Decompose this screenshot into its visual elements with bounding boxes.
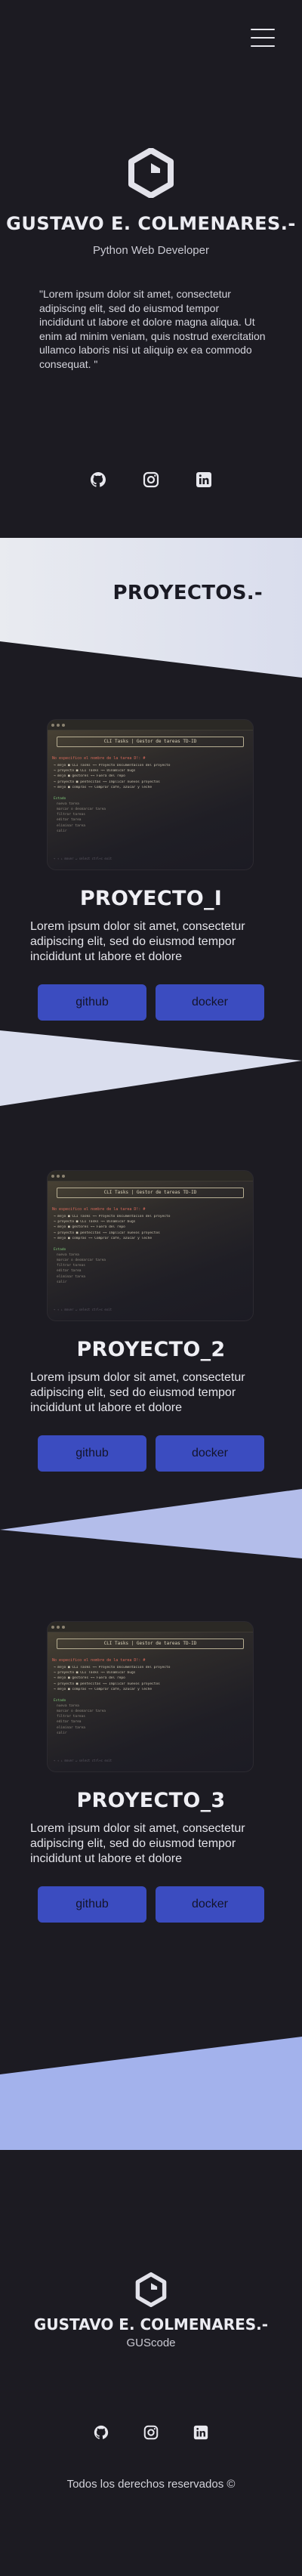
linkedin-icon[interactable]: [192, 2423, 210, 2442]
screenshot-task-row: → mejo ■ gestores →→ Fuera del repo: [54, 1225, 125, 1230]
screenshot-task-row: → proyecto ■ pentecitas →→ Implicar nuev…: [54, 1682, 160, 1686]
decorative-wedge-shape: [0, 1030, 302, 1106]
screenshot-menu-item: salir: [57, 829, 67, 833]
footer-social-links: [0, 2423, 302, 2442]
project-title: PROYECTO_I: [79, 887, 223, 910]
screenshot-menu-item: filtrar tareas: [57, 1715, 85, 1719]
hero-section: GUSTAVO E. COLMENARES.- Python Web Devel…: [0, 0, 302, 538]
decorative-wedge-shape: [0, 2037, 302, 2150]
screenshot-menu-item: nueva tarea: [57, 1703, 79, 1708]
project-title: PROYECTO_2: [76, 1338, 226, 1361]
screenshot-prompt: No especifico el nombre de la tarea D!: …: [52, 1658, 146, 1663]
hero-role: Python Web Developer: [93, 244, 209, 257]
window-titlebar: [48, 1171, 253, 1181]
portfolio-page: GUSTAVO E. COLMENARES.- Python Web Devel…: [0, 0, 302, 2576]
screenshot-status: Estado: [54, 1247, 66, 1252]
screenshot-task-row: → mejo ■ CLI Tasks →→ Proyecto Documenta…: [54, 764, 171, 768]
hero-social-links: [0, 470, 302, 490]
instagram-icon[interactable]: [142, 2423, 160, 2442]
hexagon-logo-icon: [0, 147, 302, 202]
screenshot-footer: → ↑ ↓ mover ↵ select ctrl+c exit: [54, 857, 112, 860]
screenshot-menu-item: filtrar tareas: [57, 813, 85, 817]
screenshot-menu-item: eliminar tarea: [57, 1274, 85, 1279]
window-titlebar: [48, 720, 253, 730]
window-titlebar: [48, 1622, 253, 1632]
screenshot-task-row: → proyecto ■ CLI Tasks →→ Dinamicar bugs: [54, 1220, 136, 1225]
screenshot-menu-item: editar tarea: [57, 1720, 82, 1725]
project-screenshot: CLI Tasks | Gestor de tareas TD-ID No es…: [47, 1170, 254, 1321]
project-description: Lorem ipsum dolor sit amet, consectetur …: [30, 920, 245, 963]
github-button[interactable]: github: [38, 1886, 146, 1923]
screenshot-task-row: → proyecto ■ pentecitas →→ Implicar nuev…: [54, 780, 160, 784]
instagram-icon[interactable]: [141, 470, 161, 490]
docker-button[interactable]: docker: [156, 1886, 264, 1923]
screenshot-prompt: No especifico el nombre de la tarea D!: …: [52, 1207, 146, 1212]
project-card: CLI Tasks | Gestor de tareas TD-ID No es…: [0, 710, 302, 1161]
screenshot-task-row: → mejo ■ CLI Tasks →→ Proyecto Documenta…: [54, 1666, 171, 1669]
screenshot-menu-item: marcar o desmarcar tarea: [57, 807, 106, 811]
hero-name: GUSTAVO E. COLMENARES.-: [6, 213, 296, 234]
linkedin-icon[interactable]: [194, 470, 214, 490]
screenshot-command: CLI Tasks | Gestor de tareas TD-ID: [57, 1188, 244, 1198]
screenshot-command: CLI Tasks | Gestor de tareas TD-ID: [57, 1639, 244, 1649]
project-card: CLI Tasks | Gestor de tareas TD-ID No es…: [0, 1612, 302, 2263]
footer-copyright: Todos los derechos reservados ©: [66, 2478, 236, 2491]
projects-list: CLI Tasks | Gestor de tareas TD-ID No es…: [0, 710, 302, 2263]
screenshot-menu-item: salir: [57, 1280, 67, 1284]
footer: GUSTAVO E. COLMENARES.- GUScode Todos lo…: [0, 2263, 302, 2576]
screenshot-footer: → ↑ ↓ mover ↵ select ctrl+c exit: [54, 1308, 112, 1311]
screenshot-task-row: → mejo ■ CLI Tasks →→ Proyecto Documenta…: [54, 1215, 171, 1219]
screenshot-command: CLI Tasks | Gestor de tareas TD-ID: [57, 737, 244, 747]
screenshot-task-row: → mejo ■ compras →→ Comprar café, azúcar…: [54, 785, 153, 789]
screenshot-menu-item: editar tarea: [57, 818, 82, 823]
footer-hexagon-logo-icon: [0, 2272, 302, 2311]
screenshot-footer: → ↑ ↓ mover ↵ select ctrl+c exit: [54, 1759, 112, 1762]
screenshot-menu-item: filtrar tareas: [57, 1264, 85, 1268]
project-card: CLI Tasks | Gestor de tareas TD-ID No es…: [0, 1161, 302, 1612]
footer-subtitle: GUScode: [126, 2337, 176, 2349]
github-icon[interactable]: [92, 2423, 110, 2442]
screenshot-menu-item: eliminar tarea: [57, 823, 85, 828]
screenshot-menu-item: marcar o desmarcar tarea: [57, 1709, 106, 1713]
projects-title: PROYECTOS.-: [112, 582, 263, 604]
screenshot-task-row: → mejo ■ compras →→ Comprar café, azúcar…: [54, 1687, 153, 1691]
screenshot-menu-item: nueva tarea: [57, 1252, 79, 1257]
screenshot-status: Estado: [54, 1698, 66, 1703]
screenshot-task-row: → proyecto ■ CLI Tasks →→ Dinamicar bugs: [54, 1671, 136, 1676]
screenshot-menu-item: salir: [57, 1731, 67, 1735]
screenshot-menu-item: editar tarea: [57, 1269, 82, 1274]
github-icon[interactable]: [88, 470, 108, 490]
project-screenshot: CLI Tasks | Gestor de tareas TD-ID No es…: [47, 1621, 254, 1772]
footer-name: GUSTAVO E. COLMENARES.-: [33, 2315, 269, 2334]
screenshot-task-row: → mejo ■ compras →→ Comprar café, azúcar…: [54, 1236, 153, 1240]
screenshot-menu-item: marcar o desmarcar tarea: [57, 1258, 106, 1262]
screenshot-menu-item: eliminar tarea: [57, 1725, 85, 1730]
project-screenshot: CLI Tasks | Gestor de tareas TD-ID No es…: [47, 719, 254, 870]
screenshot-task-row: → mejo ■ gestores →→ Fuera del repo: [54, 774, 125, 779]
decorative-wedge-shape: [0, 1489, 302, 1558]
project-description: Lorem ipsum dolor sit amet, consectetur …: [30, 1371, 245, 1414]
header-wedge-shape: [0, 538, 302, 678]
screenshot-status: Estado: [54, 796, 66, 801]
screenshot-prompt: No especifico el nombre de la tarea D!: …: [52, 756, 146, 761]
screenshot-menu-item: nueva tarea: [57, 802, 79, 806]
hamburger-menu-button[interactable]: [251, 29, 275, 48]
screenshot-task-row: → proyecto ■ pentecitas →→ Implicar nuev…: [54, 1231, 160, 1235]
project-description: Lorem ipsum dolor sit amet, consectetur …: [30, 1822, 245, 1865]
hero-quote: "Lorem ipsum dolor sit amet, consectetur…: [39, 288, 266, 370]
screenshot-task-row: → mejo ■ gestores →→ Fuera del repo: [54, 1676, 125, 1681]
screenshot-task-row: → proyecto ■ CLI Tasks →→ Dinamicar bugs: [54, 769, 136, 774]
project-title: PROYECTO_3: [76, 1789, 226, 1812]
projects-header: PROYECTOS.-: [0, 538, 302, 710]
